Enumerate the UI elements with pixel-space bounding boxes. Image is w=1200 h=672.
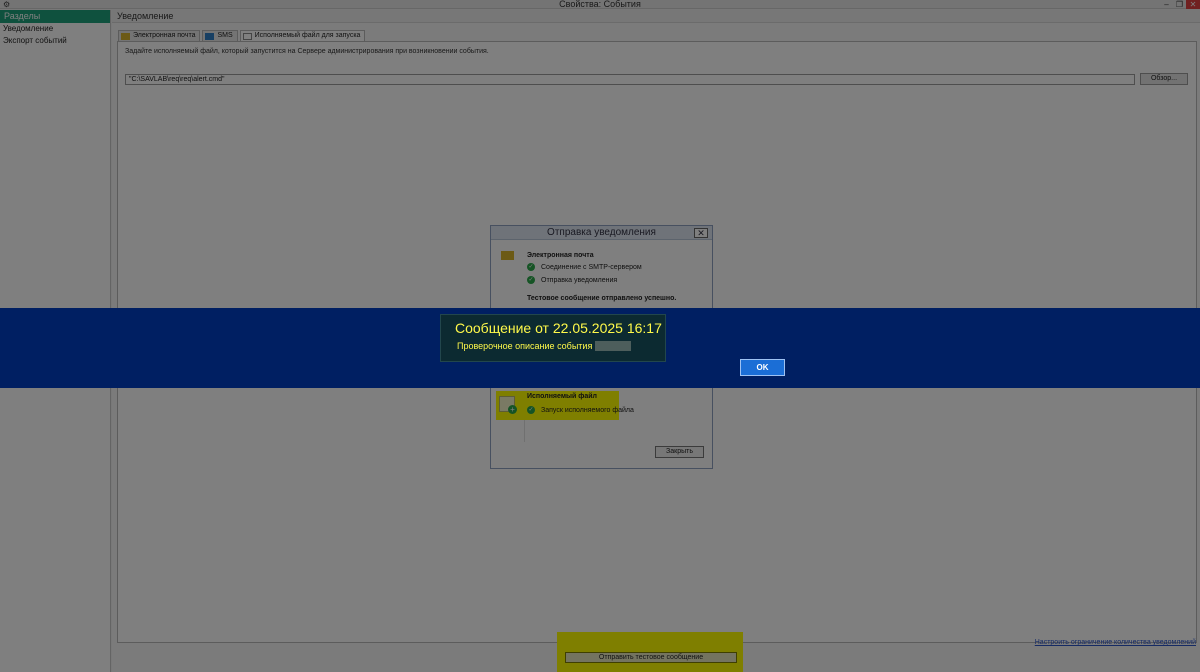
check-icon: ✓ (527, 263, 535, 271)
success-message: Тестовое сообщение отправлено успешно. (527, 295, 677, 302)
tab-email[interactable]: Электронная почта (118, 30, 201, 41)
window-controls: – ❐ ✕ (1160, 0, 1200, 9)
sidebar-item-notification[interactable]: Уведомление (0, 23, 110, 35)
file-check-run-label: Запуск исполняемого файла (541, 406, 634, 414)
message-description: Проверочное описание события (457, 341, 593, 351)
email-section-title: Электронная почта (527, 252, 594, 259)
tab-executable[interactable]: Исполняемый файл для запуска (239, 30, 366, 41)
file-check-run: ✓ Запуск исполняемого файла (527, 406, 634, 414)
email-check-send-label: Отправка уведомления (541, 276, 618, 284)
sidebar-header: Разделы (0, 10, 110, 23)
email-check-send: ✓ Отправка уведомления (527, 276, 617, 284)
maximize-button[interactable]: ❐ (1173, 0, 1186, 9)
dialog-title-bar: Отправка уведомления ✕ (491, 226, 712, 240)
tab-email-label: Электронная почта (133, 32, 196, 39)
divider (524, 420, 525, 442)
dialog-close-icon[interactable]: ✕ (694, 228, 708, 238)
section-title: Уведомление (112, 10, 1200, 23)
dialog-title: Отправка уведомления (547, 227, 656, 238)
tab-sms[interactable]: SMS (202, 30, 238, 41)
executable-description: Задайте исполняемый файл, который запуст… (125, 48, 489, 55)
redacted-text (595, 341, 632, 351)
check-icon: ✓ (527, 276, 535, 284)
send-test-message-button[interactable]: Отправить тестовое сообщение (565, 652, 737, 663)
check-icon: ✓ (527, 406, 535, 414)
executable-file-icon: + (499, 396, 517, 414)
tab-executable-label: Исполняемый файл для запуска (254, 32, 361, 39)
tab-sms-label: SMS (217, 32, 233, 39)
ok-button[interactable]: OK (740, 359, 785, 376)
sidebar-item-export-events[interactable]: Экспорт событий (0, 35, 110, 47)
close-window-button[interactable]: ✕ (1186, 0, 1200, 9)
minimize-button[interactable]: – (1160, 0, 1173, 9)
title-bar: ⚙ Свойства: События – ❐ ✕ (0, 0, 1200, 9)
executable-path-field[interactable]: "C:\SAVLAB\req\req\alert.cmd" (125, 74, 1135, 85)
envelope-icon (501, 251, 514, 260)
dialog-close-button[interactable]: Закрыть (655, 446, 704, 458)
browse-button[interactable]: Обзор... (1140, 73, 1188, 85)
email-check-smtp: ✓ Соединение с SMTP-сервером (527, 263, 642, 271)
email-check-smtp-label: Соединение с SMTP-сервером (541, 263, 642, 271)
message-description-row: Проверочное описание события (457, 341, 632, 351)
run-icon: + (508, 405, 517, 414)
app-window: ⚙ Свойства: События – ❐ ✕ Разделы Уведом… (0, 0, 1200, 672)
mail-icon (121, 32, 130, 40)
notification-limit-link[interactable]: Настроить ограничение количества уведомл… (1035, 639, 1196, 646)
window-title: Свойства: События (559, 0, 641, 9)
message-title: Сообщение от 22.05.2025 16:17 (455, 320, 662, 336)
message-banner: Сообщение от 22.05.2025 16:17 Проверочно… (0, 308, 1200, 388)
sms-icon (205, 32, 215, 40)
exe-icon (242, 32, 252, 40)
file-section-title: Исполняемый файл (527, 393, 597, 400)
message-box: Сообщение от 22.05.2025 16:17 Проверочно… (440, 314, 666, 362)
tab-strip: Электронная почта SMS Исполняемый файл д… (118, 30, 367, 41)
